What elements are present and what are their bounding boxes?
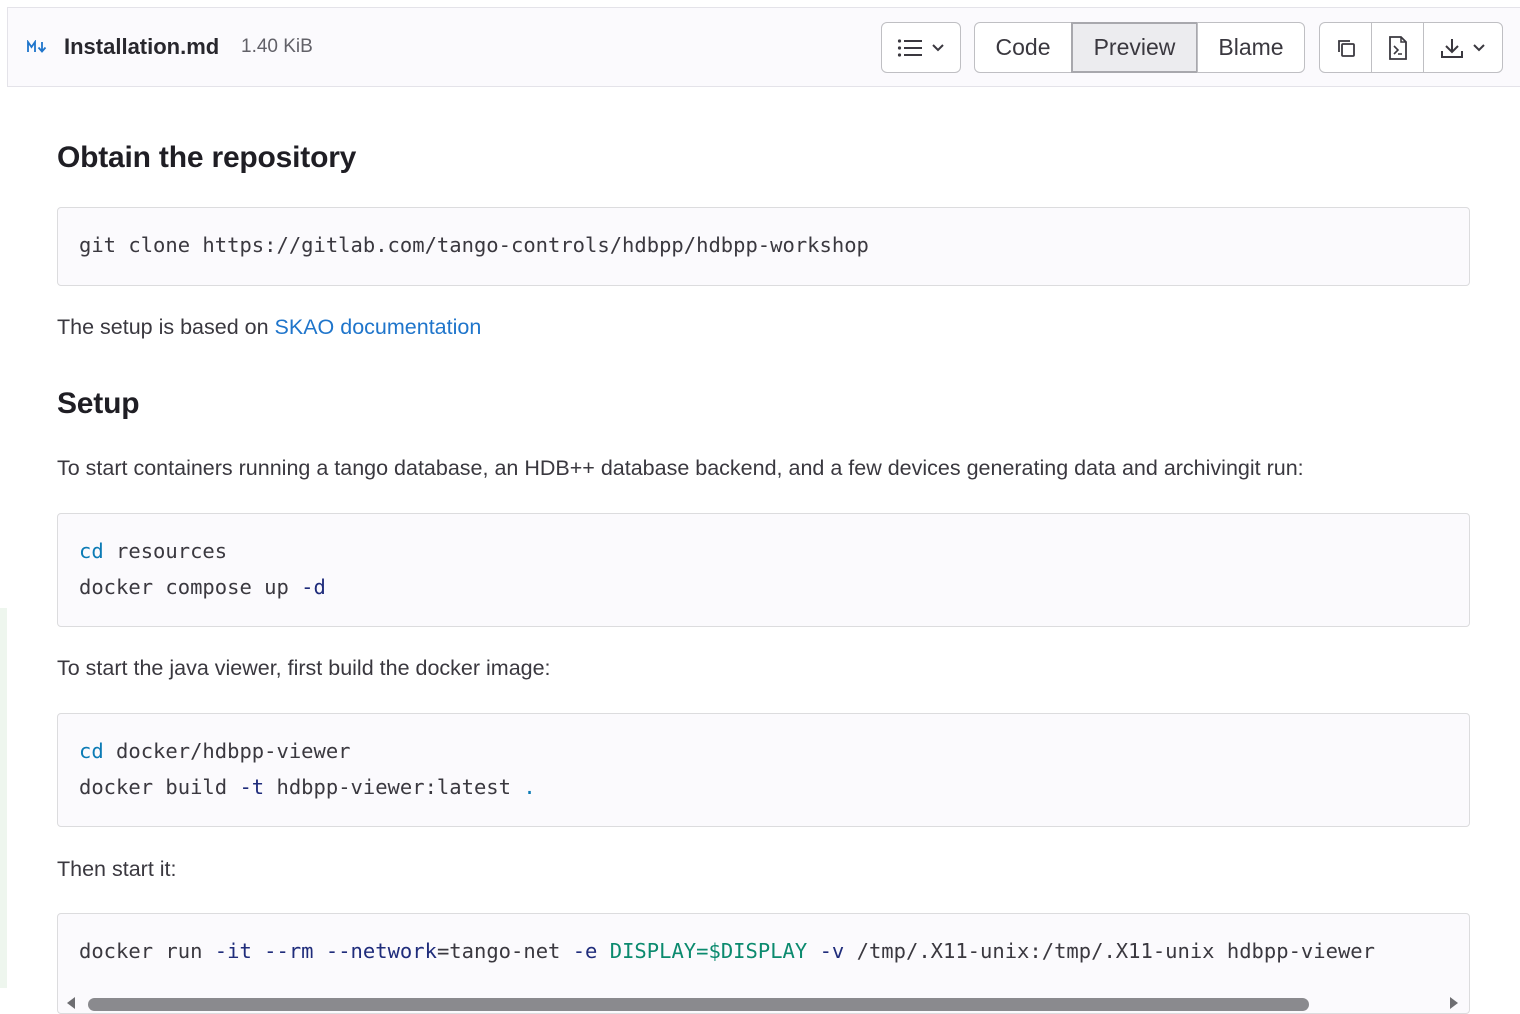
copy-contents-button[interactable] [1319, 22, 1372, 73]
horizontal-scrollbar[interactable] [58, 991, 1469, 1013]
code-line: cd docker/hdbpp-viewer [79, 739, 351, 763]
setup-description: To start containers running a tango data… [57, 456, 1304, 480]
code-flag: --network [325, 939, 437, 963]
scroll-right-arrow-icon[interactable] [1450, 997, 1458, 1009]
code-line: cd resources [79, 539, 227, 563]
code-line: docker run -it --rm --network=tango-net … [79, 939, 1375, 963]
heading-obtain-repository: Obtain the repository [57, 141, 357, 174]
heading-setup: Setup [57, 387, 140, 420]
code-block-build[interactable]: cd docker/hdbpp-viewer docker build -t h… [57, 713, 1470, 827]
code-text: resources [103, 539, 228, 563]
code-flag: -d [301, 575, 326, 599]
open-raw-button[interactable] [1371, 22, 1424, 73]
code-flag: -e [572, 939, 598, 963]
markdown-icon [27, 40, 47, 53]
blame-view-label: Blame [1218, 34, 1284, 60]
code-keyword: . [523, 775, 536, 799]
code-text: /tmp/.X11-unix:/tmp/.X11-unix hdbpp-view… [844, 939, 1375, 963]
file-size: 1.40 KiB [241, 36, 313, 57]
preview-view-button[interactable]: Preview [1071, 22, 1198, 73]
code-block-compose[interactable]: cd resources docker compose up -d [57, 513, 1470, 627]
scroll-left-arrow-icon[interactable] [67, 997, 75, 1009]
download-button[interactable] [1423, 22, 1503, 73]
code-flag: -t [239, 775, 265, 799]
code-line: docker build -t hdbpp-viewer:latest . [79, 775, 536, 799]
skao-documentation-link[interactable]: SKAO documentation [275, 315, 482, 339]
viewer-description: To start the java viewer, first build th… [57, 656, 551, 680]
code-flag: -it [214, 939, 252, 963]
code-block-run[interactable]: docker run -it --rm --network=tango-net … [57, 913, 1470, 1014]
left-edge-strip [0, 608, 7, 988]
code-keyword: cd [79, 739, 104, 763]
chevron-down-icon [932, 43, 944, 51]
copy-icon [1337, 39, 1355, 57]
code-text: hdbpp-viewer:latest [264, 775, 524, 799]
then-start-paragraph: Then start it: [57, 857, 177, 881]
file-name[interactable]: Installation.md [64, 34, 219, 60]
table-of-contents-button[interactable] [881, 22, 961, 73]
code-text: docker compose up [79, 575, 302, 599]
code-view-button[interactable]: Code [974, 22, 1072, 73]
scrollbar-thumb[interactable] [88, 998, 1309, 1011]
raw-file-icon [1388, 35, 1407, 60]
code-view-label: Code [995, 34, 1051, 60]
code-line: docker compose up -d [79, 575, 326, 599]
code-text: docker build [79, 775, 240, 799]
code-text: docker run [79, 939, 215, 963]
code-line: git clone https://gitlab.com/tango-contr… [79, 233, 869, 257]
code-flag: --rm [264, 939, 314, 963]
setup-based-text: The setup is based on [57, 315, 275, 339]
blame-view-button[interactable]: Blame [1197, 22, 1305, 73]
preview-view-label: Preview [1093, 34, 1176, 60]
code-block-clone[interactable]: git clone https://gitlab.com/tango-contr… [57, 207, 1470, 286]
download-icon [1441, 38, 1463, 58]
chevron-down-icon [1473, 43, 1485, 51]
code-variable: DISPLAY=$DISPLAY [609, 939, 808, 963]
code-text: =tango-net [436, 939, 573, 963]
code-flag: -v [819, 939, 845, 963]
file-header: Installation.md 1.40 KiB Code Preview Bl… [7, 7, 1520, 87]
code-keyword: cd [79, 539, 104, 563]
setup-based-paragraph: The setup is based on SKAO documentation [57, 315, 481, 340]
code-text: docker/hdbpp-viewer [103, 739, 351, 763]
list-icon [897, 38, 922, 57]
